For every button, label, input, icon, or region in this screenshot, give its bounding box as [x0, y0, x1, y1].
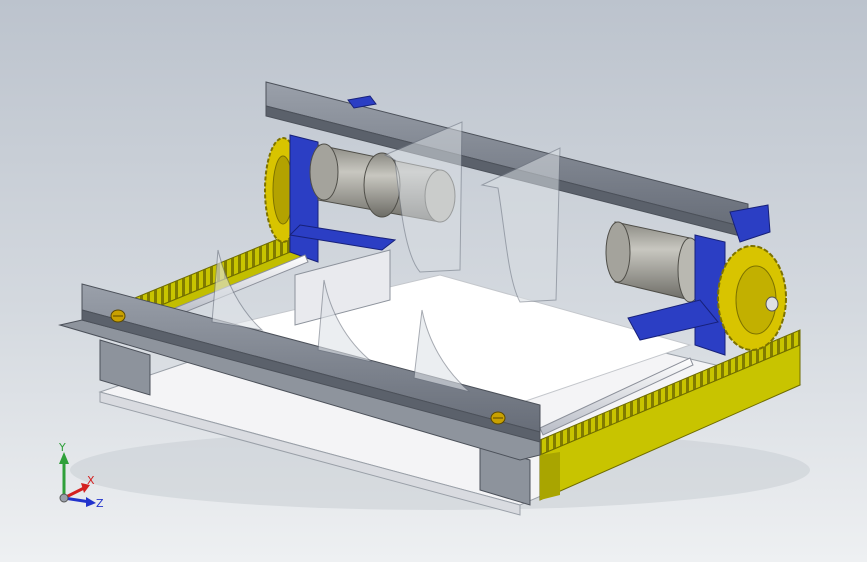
triad-z-label: Z — [96, 497, 104, 510]
reference-triad: Y X Z — [48, 440, 118, 520]
triad-origin — [59, 493, 69, 503]
screw-left — [110, 309, 126, 323]
screw-right — [490, 411, 506, 425]
triad-x-label: X — [87, 474, 95, 487]
right-motor — [605, 221, 703, 303]
right-gear — [717, 245, 787, 351]
top-bracket-tab — [347, 95, 377, 109]
gear-shaft — [765, 296, 779, 312]
triad-y-label: Y — [59, 441, 66, 454]
cad-viewport[interactable]: Y X Z — [0, 0, 867, 562]
assembly-model[interactable] — [0, 0, 867, 562]
